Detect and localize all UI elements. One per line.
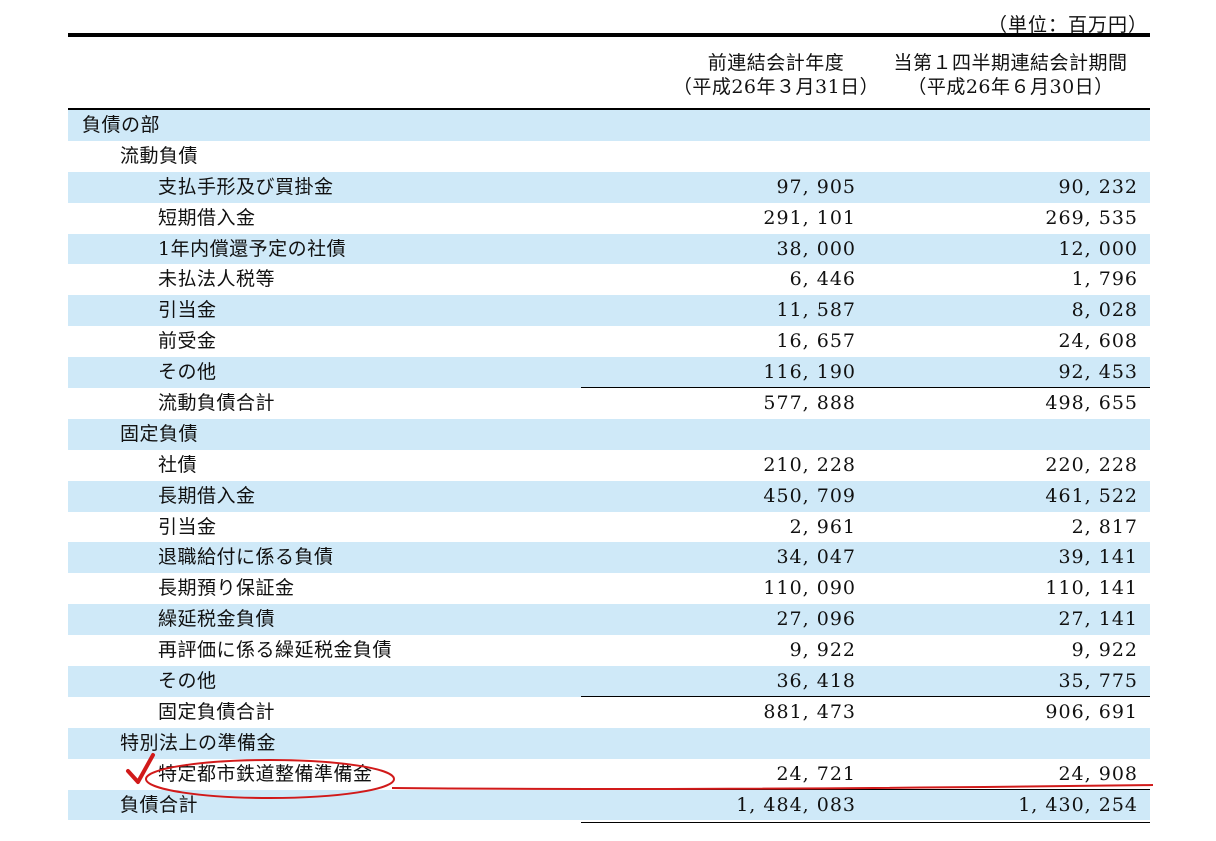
table-row: 長期預り保証金 110, 090 110, 141 [68, 573, 1150, 604]
table-row: 長期借入金 450, 709 461, 522 [68, 480, 1150, 512]
table-body: 負債の部流動負債支払手形及び買掛金 97, 905 90, 232 短期借入金 291,… [68, 110, 1150, 824]
value-curr: 269, 535 [1045, 206, 1138, 229]
table-row: 引当金 11, 587 8, 028 [68, 295, 1150, 327]
value-curr: 9, 922 [1071, 639, 1138, 662]
value-prev: 38, 000 [776, 237, 856, 260]
column-header-prev: 前連結会計年度 （平成26年３月31日） [646, 51, 906, 99]
value-curr: 8, 028 [1071, 299, 1138, 322]
table-row: 流動負債合計 577, 888 498, 655 [68, 387, 1150, 419]
value-curr: 220, 228 [1045, 453, 1138, 476]
row-label: 引当金 [158, 299, 217, 322]
value-prev: 97, 905 [776, 175, 856, 198]
row-label: 社債 [158, 453, 198, 476]
value-prev: 116, 190 [763, 361, 856, 384]
table-row: 特別法上の準備金 [68, 727, 1150, 759]
value-prev: 110, 090 [763, 577, 856, 600]
row-label: 未払法人税等 [158, 268, 276, 291]
value-prev: 210, 228 [763, 453, 856, 476]
value-curr: 461, 522 [1045, 484, 1138, 507]
row-label: 負債の部 [82, 114, 161, 136]
row-label: 固定負債合計 [158, 700, 276, 723]
table-row: 特定都市鉄道整備準備金 24, 721 24, 908 [68, 759, 1150, 790]
table-row: 流動負債 [68, 141, 1150, 172]
value-curr: 1, 796 [1071, 268, 1138, 291]
row-label: 再評価に係る繰延税金負債 [158, 639, 393, 662]
row-label: その他 [158, 361, 217, 384]
value-prev: 36, 418 [776, 670, 856, 693]
value-curr: 24, 908 [1058, 762, 1138, 785]
value-prev: 6, 446 [789, 268, 856, 291]
value-prev: 11, 587 [776, 299, 856, 322]
value-curr: 39, 141 [1058, 546, 1138, 569]
value-curr: 1, 430, 254 [1018, 793, 1138, 816]
column-header-curr-title: 当第１四半期連結会計期間 [893, 52, 1128, 74]
table-row: 固定負債合計 881, 473 906, 691 [68, 695, 1150, 728]
value-prev: 27, 096 [776, 608, 856, 631]
column-header-prev-title: 前連結会計年度 [707, 52, 845, 74]
column-header-curr: 当第１四半期連結会計期間 （平成26年６月30日） [868, 51, 1153, 99]
column-header-curr-date: （平成26年６月30日） [907, 76, 1114, 98]
row-label: 前受金 [158, 330, 217, 353]
value-prev: 16, 657 [776, 330, 856, 353]
value-prev: 24, 721 [776, 762, 856, 785]
table-row: 固定負債 [68, 418, 1150, 450]
row-label: 退職給付に係る負債 [158, 546, 334, 569]
row-label: 固定負債 [120, 422, 199, 445]
value-curr: 90, 232 [1058, 175, 1138, 198]
value-prev: 881, 473 [763, 700, 856, 723]
row-label: 流動負債合計 [158, 392, 276, 415]
table-row: 負債合計 1, 484, 083 1, 430, 254 [68, 788, 1150, 824]
value-prev: 577, 888 [763, 392, 856, 415]
row-label: 繰延税金負債 [158, 608, 276, 631]
value-curr: 498, 655 [1045, 392, 1138, 415]
row-label: 長期借入金 [158, 484, 256, 507]
row-label: 短期借入金 [158, 206, 256, 229]
row-label: 引当金 [158, 515, 217, 538]
table-row: 再評価に係る繰延税金負債 9, 922 9, 922 [68, 635, 1150, 666]
table-row: 引当金 2, 961 2, 817 [68, 512, 1150, 543]
table-row: 社債 210, 228 220, 228 [68, 450, 1150, 481]
table-row: その他 116, 190 92, 453 [68, 357, 1150, 389]
row-label: その他 [158, 670, 217, 693]
value-prev: 34, 047 [776, 546, 856, 569]
value-curr: 27, 141 [1058, 608, 1138, 631]
value-prev: 9, 922 [789, 639, 856, 662]
table-row: 1年内償還予定の社債 38, 000 12, 000 [68, 233, 1150, 265]
row-label: 特定都市鉄道整備準備金 [158, 762, 373, 785]
value-curr: 906, 691 [1045, 700, 1138, 723]
row-label: 特別法上の準備金 [120, 731, 277, 754]
table-header: 前連結会計年度 （平成26年３月31日） 当第１四半期連結会計期間 （平成26年… [68, 37, 1150, 110]
value-curr: 2, 817 [1071, 515, 1138, 538]
value-curr: 110, 141 [1045, 577, 1138, 600]
row-label: 1年内償還予定の社債 [158, 237, 347, 260]
value-prev: 2, 961 [789, 515, 856, 538]
table-row: 退職給付に係る負債 34, 047 39, 141 [68, 542, 1150, 574]
row-label: 負債合計 [120, 793, 199, 816]
table-row: 繰延税金負債 27, 096 27, 141 [68, 604, 1150, 636]
table-row: その他 36, 418 35, 775 [68, 666, 1150, 697]
value-prev: 291, 101 [763, 206, 856, 229]
table-row: 未払法人税等 6, 446 1, 796 [68, 264, 1150, 295]
row-label: 流動負債 [120, 144, 199, 167]
table-row: 負債の部 [68, 110, 1150, 141]
row-label: 支払手形及び買掛金 [158, 175, 334, 198]
value-prev: 450, 709 [763, 484, 856, 507]
value-curr: 35, 775 [1058, 670, 1138, 693]
column-header-prev-date: （平成26年３月31日） [672, 76, 880, 98]
table-row: 支払手形及び買掛金 97, 905 90, 232 [68, 171, 1150, 203]
value-curr: 12, 000 [1058, 237, 1138, 260]
row-label: 長期預り保証金 [158, 577, 295, 600]
table-row: 前受金 16, 657 24, 608 [68, 326, 1150, 357]
table-row: 短期借入金 291, 101 269, 535 [68, 203, 1150, 234]
value-curr: 92, 453 [1058, 361, 1138, 384]
balance-sheet-table: 前連結会計年度 （平成26年３月31日） 当第１四半期連結会計期間 （平成26年… [68, 33, 1150, 824]
value-prev: 1, 484, 083 [736, 793, 856, 816]
value-curr: 24, 608 [1058, 330, 1138, 353]
